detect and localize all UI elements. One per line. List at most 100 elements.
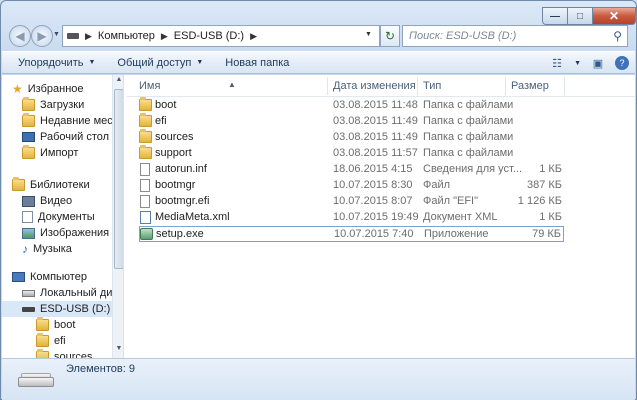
folder-icon	[22, 113, 35, 127]
sidebar-item-label: Импорт	[40, 147, 79, 159]
file-type: Приложение	[424, 228, 489, 240]
music-icon: ♪	[22, 242, 28, 256]
folder-icon	[36, 333, 49, 347]
folder-icon	[36, 317, 49, 331]
file-type: Папка с файлами	[423, 131, 514, 143]
sidebar-item-local-disk[interactable]: Локальный диск	[22, 285, 123, 301]
organize-button[interactable]: Упорядочить ▼	[2, 57, 103, 69]
folder-icon	[139, 113, 152, 127]
hard-drive-icon	[22, 289, 35, 297]
sidebar-item-boot[interactable]: boot	[36, 317, 75, 333]
column-date[interactable]: Дата изменения	[333, 80, 416, 92]
scroll-up-icon[interactable]: ▲	[113, 76, 123, 88]
file-row-selected[interactable]: setup.exe 10.07.2015 7:40 Приложение 79 …	[139, 226, 564, 242]
file-row[interactable]: autorun.inf 18.06.2015 4:15 Сведения для…	[139, 162, 564, 178]
minimize-button[interactable]: —	[542, 7, 568, 25]
refresh-button[interactable]: ↻	[380, 25, 400, 47]
column-name[interactable]: Имя	[139, 80, 160, 92]
file-row[interactable]: efi 03.08.2015 11:49 Папка с файлами	[139, 113, 564, 130]
file-name: MediaMeta.xml	[155, 211, 230, 223]
recent-pages-dropdown[interactable]: ▼	[53, 31, 60, 38]
chevron-right-icon[interactable]: ▶	[250, 31, 257, 42]
view-options-icon[interactable]: ☷	[548, 55, 566, 71]
file-size: 1 КБ	[539, 211, 562, 223]
column-type[interactable]: Тип	[423, 80, 441, 92]
file-icon	[140, 179, 150, 192]
forward-button[interactable]: ▶	[31, 25, 53, 47]
search-icon[interactable]: ⚲	[613, 29, 622, 43]
file-date: 10.07.2015 7:40	[334, 228, 414, 240]
sidebar-item-favorites[interactable]: ★ Избранное	[12, 81, 84, 97]
drive-icon	[67, 33, 79, 39]
explorer-window: — □ ✕ ◀ ▶ ▼ ▶ Компьютер ▶ ESD-USB (D:) ▶…	[0, 0, 637, 400]
sidebar-item-label: Библиотеки	[30, 179, 90, 191]
file-size: 1 126 КБ	[517, 195, 562, 207]
sidebar-item-downloads[interactable]: Загрузки	[22, 97, 84, 113]
sidebar-item-video[interactable]: Видео	[22, 193, 72, 209]
sidebar-item-label: Видео	[40, 195, 73, 207]
column-size[interactable]: Размер	[511, 80, 549, 92]
folder-icon	[139, 97, 152, 111]
file-name: setup.exe	[156, 228, 204, 240]
sidebar-item-libraries[interactable]: Библиотеки	[12, 177, 90, 193]
chevron-right-icon[interactable]: ▶	[161, 31, 168, 42]
help-icon[interactable]: ?	[615, 56, 629, 70]
back-button[interactable]: ◀	[9, 25, 31, 47]
organize-label: Упорядочить	[18, 56, 84, 69]
sidebar-item-usb-drive[interactable]: ESD-USB (D:)	[2, 301, 112, 317]
file-name: bootmgr	[155, 179, 196, 191]
close-button[interactable]: ✕	[593, 7, 636, 25]
maximize-button[interactable]: □	[568, 7, 593, 25]
sidebar-scrollbar[interactable]: ▲ ▼	[112, 75, 123, 358]
video-icon	[22, 195, 35, 207]
sidebar-item-label: efi	[54, 335, 66, 347]
chevron-down-icon[interactable]: ▼	[574, 60, 581, 67]
file-row[interactable]: support 03.08.2015 11:57 Папка с файлами	[139, 145, 564, 162]
chevron-down-icon: ▼	[88, 59, 96, 66]
settings-file-icon	[140, 163, 150, 176]
share-button[interactable]: Общий доступ ▼	[109, 57, 211, 69]
share-label: Общий доступ	[117, 56, 192, 69]
main-content: ★ Избранное Загрузки Недавние места Рабо…	[2, 75, 635, 358]
breadcrumb-computer[interactable]: Компьютер	[98, 30, 155, 42]
sidebar-item-import[interactable]: Импорт	[22, 145, 78, 161]
computer-icon	[12, 272, 25, 282]
sidebar-item-computer[interactable]: Компьютер	[12, 269, 87, 285]
sidebar-item-pictures[interactable]: Изображения	[22, 225, 109, 241]
sidebar-item-documents[interactable]: Документы	[22, 209, 95, 225]
documents-icon	[22, 211, 33, 223]
file-type: Папка с файлами	[423, 99, 514, 111]
preview-pane-icon[interactable]: ▣	[589, 55, 607, 71]
file-size: 1 КБ	[539, 163, 562, 175]
address-history-dropdown[interactable]: ▼	[365, 31, 372, 38]
file-row[interactable]: bootmgr.efi 10.07.2015 8:07 Файл "EFI" 1…	[139, 194, 564, 210]
address-bar[interactable]: ▶ Компьютер ▶ ESD-USB (D:) ▶	[62, 25, 380, 47]
file-type: Папка с файлами	[423, 115, 514, 127]
scroll-down-icon[interactable]: ▼	[113, 345, 123, 357]
file-row[interactable]: bootmgr 10.07.2015 8:30 Файл 387 КБ	[139, 178, 564, 194]
sidebar-item-sources[interactable]: sources	[36, 349, 93, 358]
navigation-pane: ★ Избранное Загрузки Недавние места Рабо…	[2, 75, 124, 358]
file-type: Сведения для уст...	[423, 163, 523, 175]
sidebar-item-label: Компьютер	[30, 271, 87, 283]
file-row[interactable]: MediaMeta.xml 10.07.2015 19:49 Документ …	[139, 210, 564, 226]
file-date: 03.08.2015 11:48	[333, 99, 418, 111]
sidebar-item-music[interactable]: ♪ Музыка	[22, 241, 72, 257]
navigation-bar: ◀ ▶ ▼ ▶ Компьютер ▶ ESD-USB (D:) ▶ ▼ ↻ П…	[1, 25, 636, 47]
search-input[interactable]: Поиск: ESD-USB (D:) ⚲	[402, 25, 628, 47]
breadcrumb-usb-drive[interactable]: ESD-USB (D:)	[174, 30, 244, 42]
sidebar-item-efi[interactable]: efi	[36, 333, 66, 349]
file-type: Папка с файлами	[423, 147, 514, 159]
file-row[interactable]: boot 03.08.2015 11:48 Папка с файлами	[139, 97, 564, 114]
file-type: Файл "EFI"	[423, 195, 479, 207]
file-size: 79 КБ	[532, 228, 561, 240]
file-row[interactable]: sources 03.08.2015 11:49 Папка с файлами	[139, 129, 564, 146]
forward-arrow-icon: ▶	[37, 29, 47, 43]
sidebar-item-desktop[interactable]: Рабочий стол	[22, 129, 109, 145]
setup-app-icon	[140, 228, 153, 240]
new-folder-button[interactable]: Новая папка	[217, 57, 297, 69]
chevron-right-icon: ▶	[85, 30, 92, 41]
sidebar-item-recent[interactable]: Недавние места	[22, 113, 123, 129]
scrollbar-thumb[interactable]	[114, 89, 123, 269]
file-list: ▲ Имя Дата изменения Тип Размер boot 03.…	[127, 75, 635, 358]
